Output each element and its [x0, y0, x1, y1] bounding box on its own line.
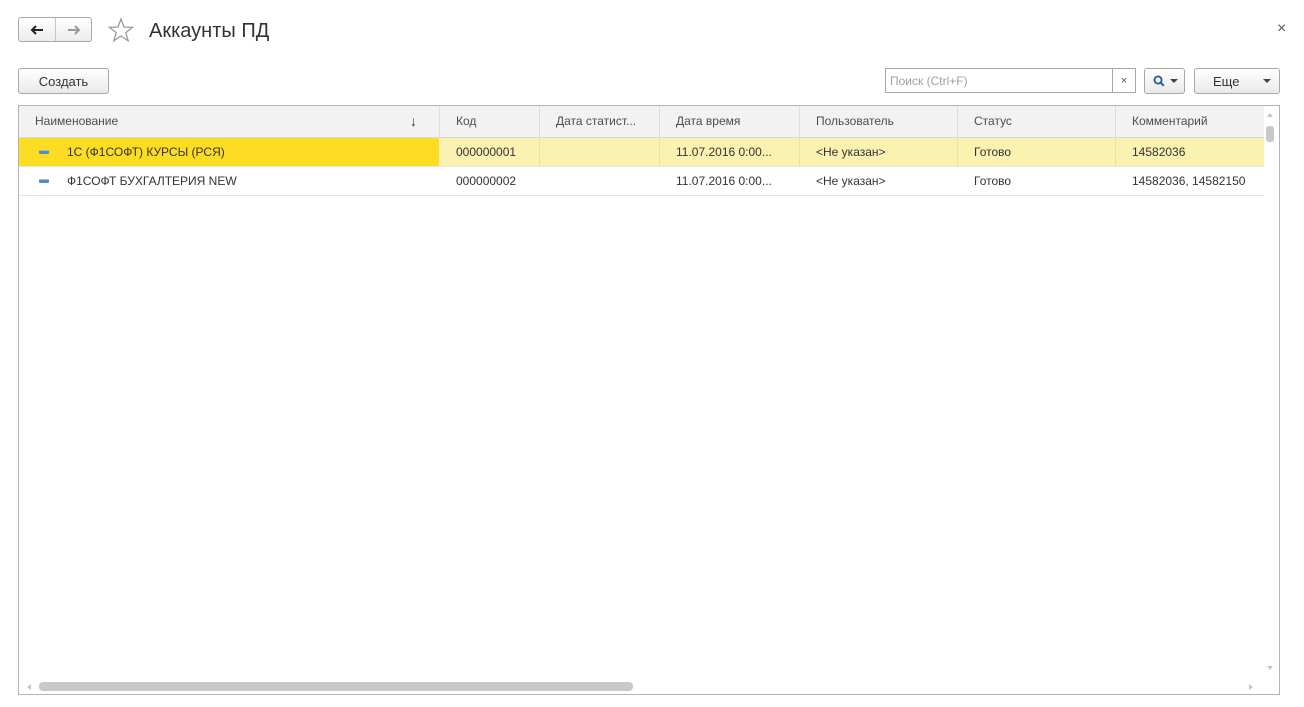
catalog-item-icon [39, 179, 49, 183]
cell-status: Готово [974, 174, 1012, 188]
column-header-comment[interactable]: Комментарий [1116, 106, 1264, 138]
cell-name-text: Ф1СОФТ БУХГАЛТЕРИЯ NEW [67, 174, 237, 188]
cell-user: <Не указан> [800, 138, 958, 166]
close-icon[interactable]: × [1277, 20, 1286, 38]
arrow-left-icon [30, 24, 43, 35]
more-button[interactable]: Еще [1194, 68, 1280, 94]
table-header: Наименование ↓ Код Дата статист... Дата … [19, 106, 1264, 138]
search-input[interactable] [886, 69, 1112, 92]
forward-button[interactable] [55, 18, 91, 41]
table-row[interactable]: Ф1СОФТ БУХГАЛТЕРИЯ NEW 000000002 11.07.2… [19, 167, 1264, 196]
horizontal-scrollbar-thumb[interactable] [39, 682, 633, 691]
chevron-down-icon [1263, 79, 1271, 83]
scroll-down-arrow-icon[interactable] [1267, 666, 1273, 670]
catalog-item-icon [39, 150, 49, 154]
column-header-code[interactable]: Код [440, 106, 540, 138]
scroll-right-arrow-icon[interactable] [1249, 684, 1253, 690]
favorite-star-icon[interactable] [108, 17, 134, 43]
create-button[interactable]: Создать [18, 68, 109, 94]
cell-comment: 14582036, 14582150 [1132, 174, 1246, 188]
chevron-down-icon [1170, 79, 1178, 83]
back-button[interactable] [19, 18, 55, 41]
cell-datetime: 11.07.2016 0:00... [676, 174, 772, 188]
cell-stat-date [540, 138, 660, 166]
column-header-name[interactable]: Наименование [19, 106, 440, 138]
cell-datetime: 11.07.2016 0:00... [660, 138, 800, 166]
cell-stat-date [540, 167, 660, 195]
column-header-datetime[interactable]: Дата время [660, 106, 800, 138]
cell-code: 000000001 [440, 138, 540, 166]
more-button-label: Еще [1213, 73, 1240, 89]
cell-status: Готово [958, 138, 1116, 166]
magnifier-icon [1153, 75, 1165, 87]
arrow-right-icon [67, 24, 80, 35]
scroll-left-arrow-icon[interactable] [27, 684, 31, 690]
scroll-up-arrow-icon[interactable] [1267, 113, 1273, 117]
accounts-table[interactable]: Наименование ↓ Код Дата статист... Дата … [18, 105, 1280, 695]
sort-descending-icon[interactable]: ↓ [410, 113, 417, 129]
vertical-scrollbar-thumb[interactable] [1266, 126, 1274, 142]
column-header-user[interactable]: Пользователь [800, 106, 958, 138]
cell-name-text: 1С (Ф1СОФТ) КУРСЫ (РСЯ) [67, 145, 225, 159]
table-row[interactable]: 1С (Ф1СОФТ) КУРСЫ (РСЯ) 000000001 11.07.… [19, 138, 1264, 167]
search-field[interactable] [885, 68, 1112, 93]
cell-name: 1С (Ф1СОФТ) КУРСЫ (РСЯ) [19, 138, 439, 166]
search-clear-button[interactable]: × [1112, 68, 1136, 93]
cell-name: Ф1СОФТ БУХГАЛТЕРИЯ NEW [19, 167, 439, 195]
page-title: Аккаунты ПД [149, 20, 270, 42]
navigation-buttons [18, 17, 92, 42]
search-options-button[interactable] [1144, 68, 1185, 94]
column-header-status[interactable]: Статус [958, 106, 1116, 138]
cell-comment: 14582036 [1132, 145, 1186, 159]
column-header-stat-date[interactable]: Дата статист... [540, 106, 660, 138]
cell-user: <Не указан> [816, 174, 886, 188]
cell-code: 000000002 [456, 174, 517, 188]
